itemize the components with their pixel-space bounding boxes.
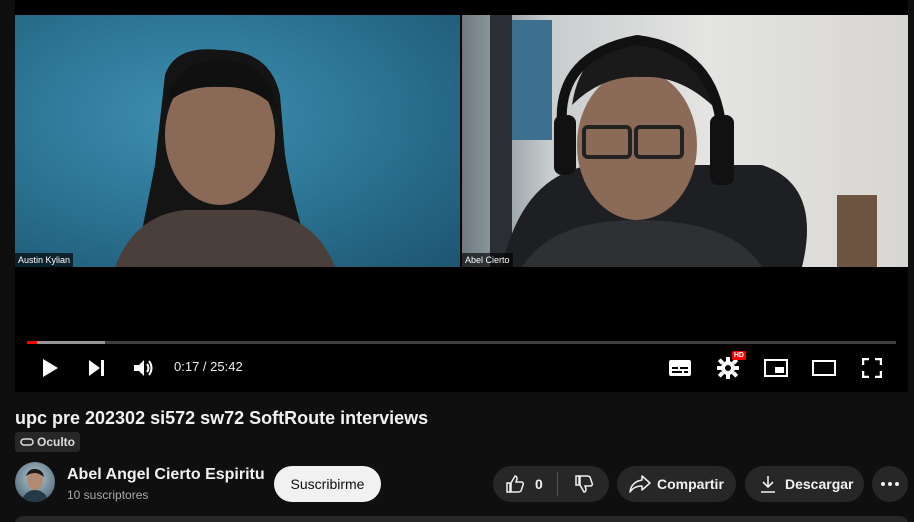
video-player[interactable]: Austin Kylian Abel Cierto 0:17 / 25:42 H… bbox=[15, 0, 908, 392]
progress-buffered bbox=[27, 341, 106, 344]
video-frame[interactable]: Austin Kylian Abel Cierto bbox=[15, 15, 908, 267]
privacy-badge: Oculto bbox=[15, 432, 80, 452]
subtitles-icon bbox=[669, 360, 691, 376]
dislike-button[interactable] bbox=[558, 466, 609, 502]
theater-icon bbox=[812, 360, 836, 376]
participant-left-figure bbox=[115, 49, 335, 267]
thumbs-up-icon bbox=[506, 475, 525, 493]
settings-button[interactable]: HD bbox=[714, 351, 746, 381]
hd-badge: HD bbox=[731, 351, 746, 360]
privacy-label: Oculto bbox=[37, 435, 75, 449]
link-icon bbox=[20, 438, 34, 446]
participant-name-left: Austin Kylian bbox=[15, 253, 74, 267]
like-dislike-group: 0 bbox=[493, 466, 609, 502]
participant-tile-left: Austin Kylian bbox=[15, 15, 460, 267]
next-icon bbox=[89, 360, 104, 376]
more-actions-button[interactable] bbox=[872, 466, 908, 502]
volume-icon bbox=[134, 360, 153, 376]
video-title: upc pre 202302 si572 sw72 SoftRoute inte… bbox=[15, 408, 429, 428]
subscriber-count: 10 suscriptores bbox=[67, 488, 149, 502]
next-button[interactable] bbox=[83, 355, 111, 381]
subscribe-button[interactable]: Suscribirme bbox=[274, 466, 381, 502]
progress-played bbox=[27, 341, 37, 344]
participant-tile-right: Abel Cierto bbox=[462, 15, 908, 267]
share-icon bbox=[629, 475, 651, 493]
progress-bar[interactable] bbox=[27, 341, 896, 344]
download-icon bbox=[761, 476, 775, 493]
fullscreen-button[interactable] bbox=[858, 355, 886, 381]
download-button[interactable]: Descargar bbox=[745, 466, 864, 502]
settings-icon bbox=[717, 357, 739, 379]
participant-name-right: Abel Cierto bbox=[462, 253, 513, 267]
like-button[interactable]: 0 bbox=[493, 466, 557, 502]
channel-name[interactable]: Abel Angel Cierto Espiritu bbox=[67, 466, 265, 484]
share-button[interactable]: Compartir bbox=[617, 466, 736, 502]
like-count: 0 bbox=[535, 476, 543, 492]
thumbs-down-icon bbox=[574, 475, 593, 493]
download-label: Descargar bbox=[785, 476, 854, 492]
time-display: 0:17 / 25:42 bbox=[174, 359, 243, 374]
fullscreen-icon bbox=[862, 358, 882, 378]
participant-right-figure bbox=[490, 15, 877, 267]
play-button[interactable] bbox=[35, 355, 65, 381]
play-icon bbox=[43, 359, 58, 377]
avatar-image bbox=[21, 468, 49, 502]
share-label: Compartir bbox=[657, 476, 724, 492]
description-panel-edge bbox=[15, 516, 908, 522]
channel-avatar[interactable] bbox=[15, 462, 55, 502]
more-horizontal-icon bbox=[881, 482, 899, 486]
miniplayer-icon bbox=[764, 359, 788, 377]
volume-button[interactable] bbox=[130, 355, 158, 381]
theater-mode-button[interactable] bbox=[810, 355, 838, 381]
subtitles-button[interactable] bbox=[666, 355, 694, 381]
miniplayer-button[interactable] bbox=[762, 355, 790, 381]
